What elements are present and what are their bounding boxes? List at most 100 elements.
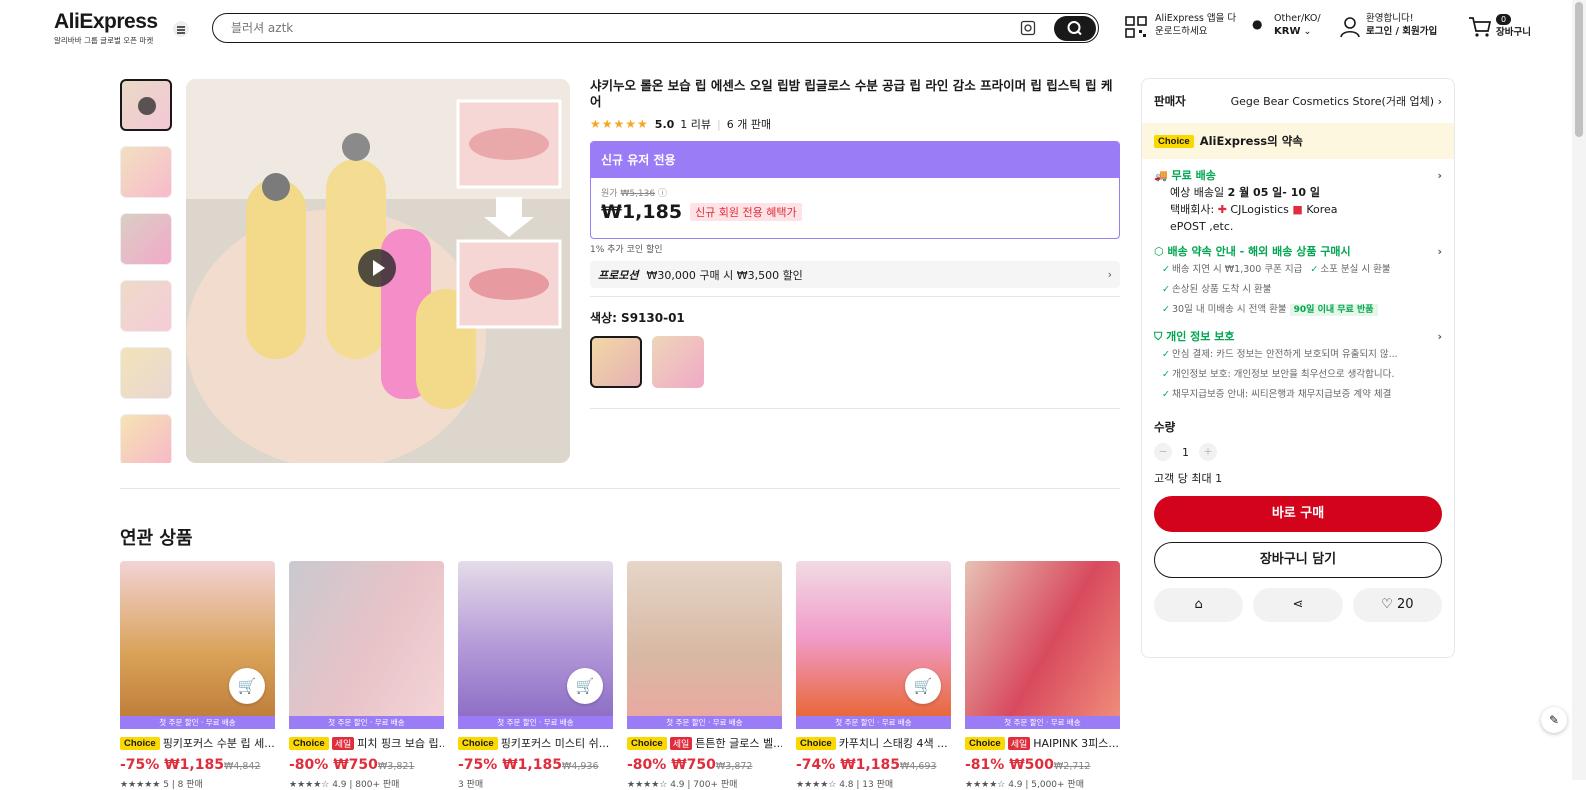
guarantee-item: 소포 분실 시 환불 bbox=[1302, 260, 1390, 280]
thumbnail-image[interactable] bbox=[120, 280, 172, 332]
seller-label: 판매자 bbox=[1154, 94, 1186, 108]
feedback-edit-icon[interactable]: ✎ bbox=[1541, 707, 1567, 733]
card-name: 핑키포커스 미스티 쉬... bbox=[500, 737, 610, 750]
choice-badge: Choice bbox=[458, 736, 498, 750]
account-menu[interactable]: 환영합니다! 로그인 / 회원가입 bbox=[1340, 12, 1437, 38]
main-product-image[interactable] bbox=[186, 79, 570, 463]
carrier-1: CJLogistics bbox=[1230, 203, 1289, 216]
card-discount: -75% bbox=[120, 757, 160, 773]
eta-label: 예상 배송일 bbox=[1170, 186, 1225, 199]
privacy-item: 안심 결제: 카드 정보는 안전하게 보호되며 유출되지 않... bbox=[1154, 345, 1442, 365]
orig-price: ₩5,136 bbox=[620, 189, 656, 199]
sale-price: ₩1,185 bbox=[601, 201, 683, 223]
login-text: 로그인 / 회원가입 bbox=[1366, 26, 1438, 37]
card-price: ₩750 bbox=[333, 757, 378, 773]
product-title: 샤키누오 롤온 보습 립 에센스 오일 립밤 립글로스 수분 공급 립 라인 감… bbox=[590, 78, 1113, 109]
card-orig: ₩4,936 bbox=[561, 761, 599, 772]
buy-now-button[interactable]: 바로 구매 bbox=[1154, 496, 1442, 532]
scrollbar[interactable] bbox=[1572, 0, 1586, 780]
menu-icon[interactable] bbox=[173, 21, 189, 37]
cart-link[interactable]: 0 장바구니 bbox=[1468, 14, 1531, 39]
thumbnail-image[interactable] bbox=[120, 414, 172, 463]
carrier-label: 택배회사: bbox=[1170, 203, 1215, 216]
card-meta: ★★★★★ 5 | 8 판매 bbox=[120, 780, 203, 790]
cart-icon bbox=[1469, 17, 1492, 37]
card-strip: 첫 주문 할인 · 무료 배송 bbox=[120, 716, 275, 729]
seller-row[interactable]: 판매자 Gege Bear Cosmetics Store(거래 업체) › bbox=[1142, 79, 1454, 123]
increase-button[interactable]: + bbox=[1199, 443, 1217, 461]
purchase-panel: 판매자 Gege Bear Cosmetics Store(거래 업체) › C… bbox=[1141, 78, 1455, 658]
card-strip: 첫 주문 할인 · 무료 배송 bbox=[458, 716, 613, 729]
delivery-guarantee[interactable]: ⬡ 배송 약속 안내 - 해외 배송 상품 구매시 › 배송 지연 시 ₩1,30… bbox=[1142, 235, 1454, 320]
chevron-right-icon: › bbox=[1437, 330, 1442, 343]
add-cart-icon[interactable]: 🛒 bbox=[567, 668, 603, 704]
product-card[interactable]: 첫 주문 할인 · 무료 배송 Choice 세일 HAIPINK 3피스... -… bbox=[965, 561, 1120, 790]
header: AliExpress 알리바바 그룹 글로벌 오픈 마켓 AliExpress … bbox=[0, 0, 1586, 56]
rating-score: 5.0 bbox=[654, 117, 675, 131]
search-input[interactable] bbox=[231, 20, 991, 36]
decrease-button[interactable]: − bbox=[1154, 443, 1172, 461]
guarantee-item: 배송 지연 시 ₩1,300 쿠폰 지급 bbox=[1154, 260, 1302, 280]
product-card-image: 🛒 bbox=[796, 561, 951, 716]
chevron-right-icon: › bbox=[1437, 245, 1442, 258]
guarantee-item: 손상된 상품 도착 시 환불 bbox=[1154, 280, 1442, 300]
product-card[interactable]: 🛒 첫 주문 할인 · 무료 배송 Choice 핑키포커스 미스티 쉬... -… bbox=[458, 561, 613, 790]
aliexpress-logo[interactable]: AliExpress 알리바바 그룹 글로벌 오픈 마켓 bbox=[54, 10, 158, 46]
scrollbar-thumb[interactable] bbox=[1575, 2, 1583, 137]
search-button[interactable] bbox=[1054, 15, 1096, 41]
thumbnail-image[interactable] bbox=[120, 213, 172, 265]
promotion-row[interactable]: 프로모션 ₩30,000 구매 시 ₩3,500 할인 › bbox=[590, 261, 1120, 288]
share-icon[interactable]: ⋖ bbox=[1253, 588, 1343, 622]
card-discount: -75% bbox=[458, 757, 498, 773]
promotion-tag: 프로모션 bbox=[598, 268, 639, 282]
card-name: 카푸치니 스태킹 4색 ... bbox=[838, 737, 948, 750]
chevron-down-icon: ⌄ bbox=[1303, 26, 1312, 37]
sale-badge: 세일 bbox=[331, 736, 355, 750]
welcome-text: 환영합니다! bbox=[1366, 13, 1414, 24]
color-option[interactable] bbox=[652, 336, 704, 388]
app-download[interactable]: AliExpress 앱을 다 운로드하세요 bbox=[1125, 12, 1236, 38]
thumbnail-image[interactable] bbox=[120, 146, 172, 198]
shield-icon: ⛉ bbox=[1154, 330, 1163, 343]
thumbnail-image[interactable] bbox=[120, 347, 172, 399]
card-orig: ₩4,693 bbox=[899, 761, 937, 772]
card-meta: ★★★★☆ 4.9 | 700+ 판매 bbox=[627, 780, 738, 790]
sale-badge: 세일 bbox=[669, 736, 693, 750]
quantity-label: 수량 bbox=[1154, 420, 1176, 434]
image-search-icon[interactable] bbox=[1020, 20, 1036, 36]
add-to-cart-button[interactable]: 장바구니 담기 bbox=[1154, 542, 1442, 578]
color-option[interactable] bbox=[590, 336, 642, 388]
choice-badge: Choice bbox=[965, 736, 1005, 750]
info-icon[interactable]: ⓘ bbox=[658, 189, 667, 199]
add-cart-icon[interactable]: 🛒 bbox=[905, 668, 941, 704]
search-bar bbox=[212, 13, 1099, 43]
sale-badge: 세일 bbox=[1007, 736, 1031, 750]
review-count[interactable]: 1 리뷰 bbox=[680, 116, 711, 132]
sold-count: 6 개 판매 bbox=[726, 118, 772, 131]
color-options bbox=[590, 336, 1120, 388]
privacy-title: 개인 정보 보호 bbox=[1166, 330, 1235, 343]
region-selector[interactable]: ● Other/KO/ KRW ⌄ bbox=[1252, 12, 1321, 38]
product-card[interactable]: 첫 주문 할인 · 무료 배송 Choice 세일 튼튼한 글로스 벨... -80… bbox=[627, 561, 782, 790]
shipping-section[interactable]: 🚚 무료 배송 › 예상 배송일 2 월 05 일- 10 일 택배회사: ✚ C… bbox=[1142, 159, 1454, 235]
product-card[interactable]: 첫 주문 할인 · 무료 배송 Choice 세일 피치 핑크 보습 립... -8… bbox=[289, 561, 444, 790]
quantity-value[interactable]: 1 bbox=[1182, 446, 1189, 459]
privacy-section[interactable]: ⛉ 개인 정보 보호 › 안심 결제: 카드 정보는 안전하게 보호되며 유출되지… bbox=[1142, 320, 1454, 405]
guarantee-title: 배송 약속 안내 - 해외 배송 상품 구매시 bbox=[1167, 245, 1351, 258]
add-cart-icon[interactable]: 🛒 bbox=[229, 668, 265, 704]
related-products: 🛒 첫 주문 할인 · 무료 배송 Choice 핑키포커스 수분 립 세... … bbox=[120, 561, 1122, 790]
product-card-image bbox=[965, 561, 1120, 716]
thumbnail-list bbox=[120, 79, 172, 463]
brand-name: AliExpress bbox=[54, 10, 158, 33]
store-icon[interactable]: ⌂ bbox=[1154, 588, 1244, 622]
card-orig: ₩2,712 bbox=[1053, 761, 1091, 772]
product-card[interactable]: 🛒 첫 주문 할인 · 무료 배송 Choice 핑키포커스 수분 립 세... … bbox=[120, 561, 275, 790]
rating-row: ★★★★★ 5.0 1 리뷰 | 6 개 판매 bbox=[590, 116, 772, 132]
card-price: ₩1,185 bbox=[840, 757, 900, 773]
privacy-item: 개인정보 보호: 개인정보 보안을 최우선으로 생각합니다. bbox=[1154, 365, 1442, 385]
product-card[interactable]: 🛒 첫 주문 할인 · 무료 배송 Choice 카푸치니 스태킹 4색 ... … bbox=[796, 561, 951, 790]
card-price: ₩1,185 bbox=[502, 757, 562, 773]
wishlist-button[interactable]: ♡ 20 bbox=[1352, 588, 1442, 622]
thumbnail-video[interactable] bbox=[120, 79, 172, 131]
play-video-icon[interactable] bbox=[358, 249, 396, 287]
